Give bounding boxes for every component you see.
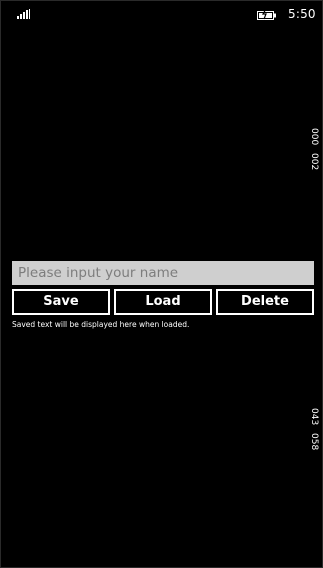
delete-button[interactable]: Delete (216, 289, 314, 315)
frame-counter: 043 (309, 408, 319, 426)
load-button[interactable]: Load (114, 289, 212, 315)
frame-counter: 058 (309, 433, 319, 451)
frame-counter: 000 (309, 128, 319, 146)
status-bar: 5:50 (1, 1, 323, 29)
battery-charging-icon (257, 9, 276, 20)
name-input[interactable] (12, 261, 314, 285)
frame-counter: 002 (309, 153, 319, 171)
phone-screen: 5:50 000 002 043 058 Save Load Delete Sa… (0, 0, 323, 568)
save-button[interactable]: Save (12, 289, 110, 315)
signal-strength-icon (17, 9, 30, 19)
saved-text-display: Saved text will be displayed here when l… (12, 320, 190, 329)
status-clock: 5:50 (288, 7, 316, 21)
